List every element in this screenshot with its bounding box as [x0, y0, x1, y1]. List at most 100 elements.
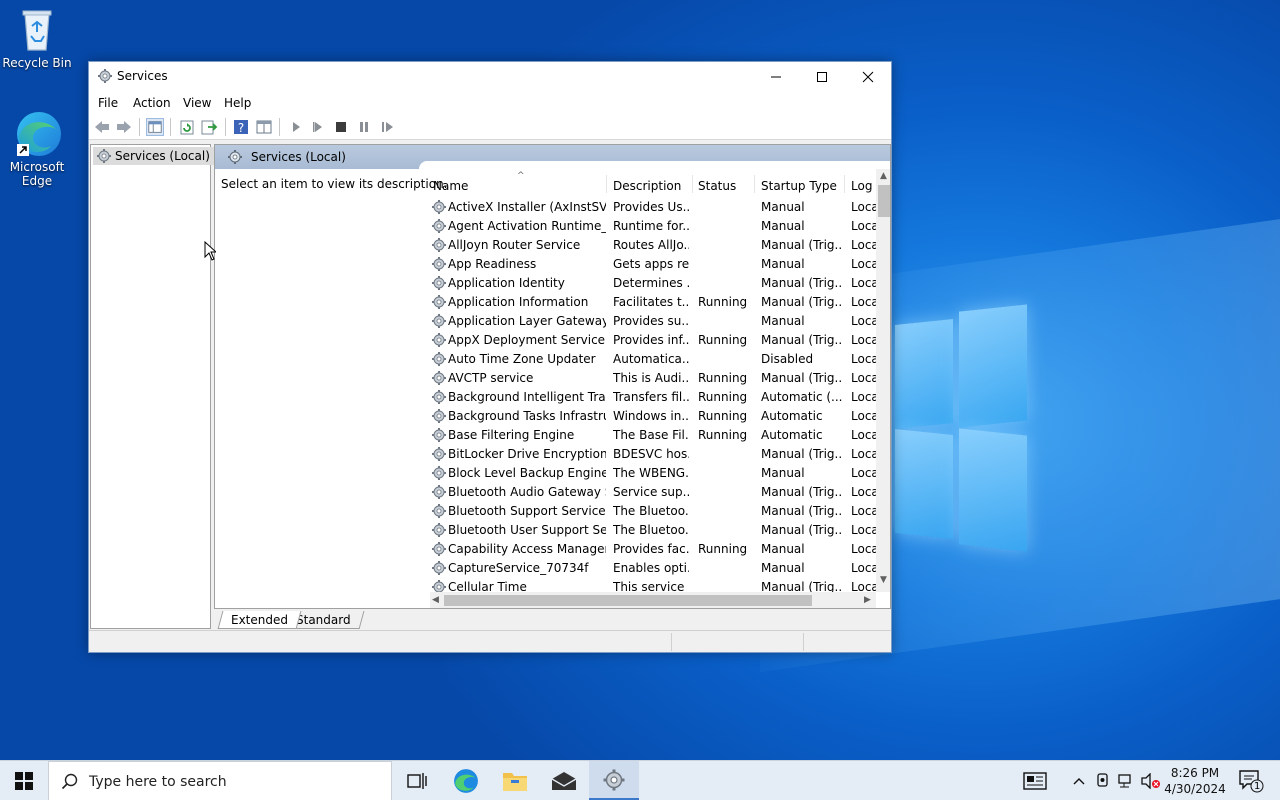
taskbar-search-box[interactable]: Type here to search [48, 761, 392, 800]
start-service-alt-icon[interactable] [309, 118, 327, 136]
service-name: AVCTP service [448, 371, 534, 385]
horizontal-scroll-thumb[interactable] [444, 595, 812, 606]
action-center-button[interactable]: 1 [1232, 761, 1274, 800]
pause-service-icon[interactable] [355, 118, 373, 136]
service-status: Running [698, 542, 748, 556]
tray-network[interactable] [1116, 761, 1138, 800]
taskbar-file-explorer[interactable] [490, 761, 540, 800]
scroll-up-icon[interactable]: ▲ [880, 171, 887, 181]
table-row[interactable]: Application Information Facilitates t... R… [430, 293, 876, 312]
tray-meet-now[interactable] [1092, 761, 1114, 800]
column-header-name[interactable]: ^ Name [433, 171, 603, 193]
help-icon[interactable]: ? [232, 118, 250, 136]
table-row[interactable]: Agent Activation Runtime_... Runtime for.… [430, 217, 876, 236]
scroll-left-icon[interactable]: ◀ [432, 595, 439, 605]
show-hidden-icons-button[interactable] [1068, 761, 1090, 800]
services-list: ^ Name Description Status Startup Type L… [430, 169, 876, 592]
horizontal-scrollbar[interactable]: ◀ ▶ [430, 592, 876, 608]
table-row[interactable]: BitLocker Drive Encryption ... BDESVC hos… [430, 445, 876, 464]
vertical-scrollbar[interactable]: ▲ ▼ [876, 169, 890, 592]
service-startup-type: Manual (Trig... [761, 333, 843, 347]
service-startup-type: Disabled [761, 352, 814, 366]
table-row[interactable]: ActiveX Installer (AxInstSV) Provides Us.… [430, 198, 876, 217]
table-row[interactable]: Block Level Backup Engine ... The WBENG..… [430, 464, 876, 483]
taskbar-mail[interactable] [540, 761, 588, 800]
stop-service-icon[interactable] [332, 118, 350, 136]
service-gear-icon [432, 314, 446, 328]
restart-service-icon[interactable] [378, 118, 396, 136]
column-header-log-on-as[interactable]: Log [851, 173, 876, 193]
service-description: Provides fac... [613, 542, 689, 556]
table-row[interactable]: App Readiness Gets apps re... Manual Loca [430, 255, 876, 274]
table-row[interactable]: CaptureService_70734f Enables opti... Manu… [430, 559, 876, 578]
vertical-scroll-thumb[interactable] [878, 185, 890, 217]
show-hide-console-tree-icon[interactable] [146, 118, 164, 136]
table-row[interactable]: AVCTP service This is Audi... Running Manua… [430, 369, 876, 388]
table-row[interactable]: Auto Time Zone Updater Automatica... Disab… [430, 350, 876, 369]
news-and-interests-button[interactable] [1014, 761, 1056, 800]
service-status: Running [698, 428, 748, 442]
menu-action[interactable]: Action [133, 96, 171, 110]
desktop-icon-recycle-bin[interactable]: Recycle Bin [0, 6, 74, 70]
desktop-icon-microsoft-edge[interactable]: Microsoft Edge [0, 110, 74, 188]
edge-icon [454, 769, 478, 793]
table-row[interactable]: Capability Access Manager ... Provides fa… [430, 540, 876, 559]
service-name: Application Identity [448, 276, 565, 290]
service-startup-type: Manual [761, 219, 805, 233]
column-header-status[interactable]: Status [698, 173, 754, 193]
column-header-startup-type[interactable]: Startup Type [761, 173, 845, 193]
refresh-icon[interactable] [178, 118, 196, 136]
service-name: ActiveX Installer (AxInstSV) [448, 200, 606, 214]
scroll-right-icon[interactable]: ▶ [864, 595, 871, 605]
service-name: Base Filtering Engine [448, 428, 575, 442]
service-status: Running [698, 390, 748, 404]
table-row[interactable]: Application Layer Gateway ... Provides su… [430, 312, 876, 331]
service-gear-icon [432, 561, 446, 575]
close-button[interactable] [845, 62, 891, 92]
maximize-button[interactable] [799, 62, 845, 92]
properties-icon[interactable] [255, 118, 273, 136]
task-view-button[interactable] [394, 761, 440, 800]
tree-item-services-local[interactable]: Services (Local) [93, 147, 214, 165]
service-gear-icon [432, 333, 446, 347]
service-startup-type: Automatic [761, 428, 823, 442]
results-pane: Services (Local) Select an item to view … [214, 144, 891, 609]
service-gear-icon [432, 523, 446, 537]
table-row[interactable]: Application Identity Determines ... Manual… [430, 274, 876, 293]
table-row[interactable]: Background Tasks Infrastruc... Windows in… [430, 407, 876, 426]
service-status: Running [698, 333, 748, 347]
service-startup-type: Manual (Trig... [761, 238, 843, 252]
minimize-button[interactable] [753, 62, 799, 92]
service-startup-type: Manual [761, 257, 805, 271]
menu-view[interactable]: View [183, 96, 211, 110]
tray-volume[interactable] [1140, 761, 1162, 800]
service-description: Provides Us... [613, 200, 689, 214]
column-header-description[interactable]: Description [613, 173, 693, 193]
table-row[interactable]: Bluetooth Audio Gateway S... Service sup.… [430, 483, 876, 502]
table-row[interactable]: Base Filtering Engine The Base Fil... Runn… [430, 426, 876, 445]
export-list-icon[interactable] [200, 118, 218, 136]
table-row[interactable]: AllJoyn Router Service Routes AllJo... Man… [430, 236, 876, 255]
taskbar-clock[interactable]: 8:26 PM 4/30/2024 [1160, 765, 1230, 797]
start-button[interactable] [0, 761, 48, 800]
table-row[interactable]: Cellular Time This service ... Manual (Tri… [430, 578, 876, 592]
scroll-down-icon[interactable]: ▼ [880, 575, 887, 585]
recycle-bin-icon [13, 6, 61, 54]
menu-file[interactable]: File [98, 96, 118, 110]
start-service-icon[interactable] [287, 118, 305, 136]
table-row[interactable]: Bluetooth User Support Ser... The Bluetoo… [430, 521, 876, 540]
taskbar-services[interactable] [589, 761, 639, 800]
tab-extended[interactable]: Extended [217, 611, 302, 629]
description-hint: Select an item to view its description. [221, 177, 448, 191]
table-row[interactable]: AppX Deployment Service (... Provides inf… [430, 331, 876, 350]
title-bar[interactable]: Services [89, 62, 891, 92]
service-description: The WBENG... [613, 466, 689, 480]
forward-arrow-icon[interactable] [115, 118, 133, 136]
menu-help[interactable]: Help [224, 96, 251, 110]
table-row[interactable]: Bluetooth Support Service The Bluetoo... M… [430, 502, 876, 521]
table-row[interactable]: Background Intelligent Tran... Transfers … [430, 388, 876, 407]
back-arrow-icon[interactable] [93, 118, 111, 136]
service-log-on-as: Loca [851, 219, 876, 233]
taskbar-edge[interactable] [442, 761, 490, 800]
service-log-on-as: Loca [851, 371, 876, 385]
